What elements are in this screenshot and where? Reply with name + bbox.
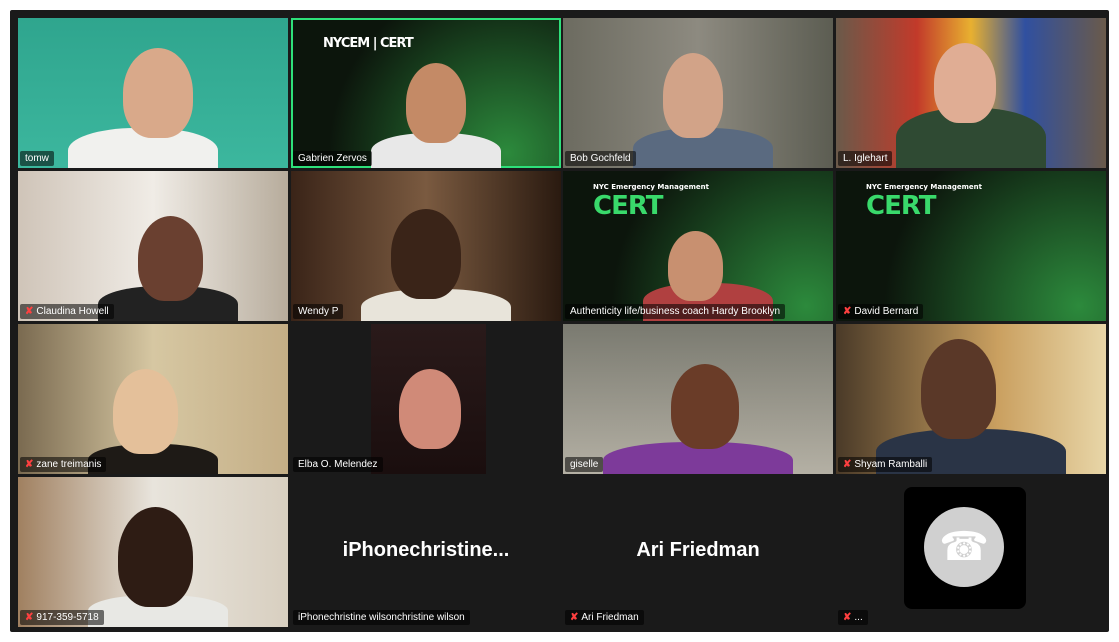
participant-name: Bob Gochfeld [565, 151, 636, 166]
participant-name: Elba O. Melendez [293, 457, 383, 472]
phone-avatar: ☎ [904, 487, 1026, 609]
cert-logo-text: CERT [866, 191, 936, 221]
video-tile[interactable]: Wendy P [291, 171, 561, 321]
video-tile[interactable]: NYC Emergency Management CERT ✘ David Bern… [836, 171, 1106, 321]
participant-video [391, 209, 461, 299]
participant-video [123, 48, 193, 138]
participant-video [921, 339, 996, 439]
video-tile[interactable]: giselle [563, 324, 833, 474]
participant-name: Authenticity life/business coach Hardy B… [565, 304, 786, 319]
participant-video [113, 369, 178, 454]
video-tile-phone[interactable]: ☎ ✘... [836, 477, 1106, 627]
video-tile-no-video[interactable]: Ari Friedman ✘ Ari Friedman [563, 477, 833, 627]
video-tile-active-speaker[interactable]: NYCEM | CERT Gabrien Zervos [291, 18, 561, 168]
participant-video [138, 216, 203, 301]
participant-name: ✘ Ari Friedman [565, 610, 644, 625]
video-tile[interactable]: ✘ Shyam Ramballi [836, 324, 1106, 474]
nyc-logo-subtitle: Emergency Management [611, 183, 709, 191]
mic-muted-icon: ✘ [843, 459, 852, 470]
video-tile[interactable]: Elba O. Melendez [291, 324, 561, 474]
nyc-cert-logo: NYC Emergency Management CERT [593, 183, 709, 221]
nyc-cert-logo: NYC Emergency Management CERT [866, 183, 982, 221]
participant-video [663, 53, 723, 138]
participant-name: giselle [565, 457, 604, 472]
mic-muted-icon: ✘ [25, 459, 34, 470]
nyc-logo-text: NYC [866, 183, 882, 191]
nyc-logo-subtitle: Emergency Management [884, 183, 982, 191]
participant-name: ✘... [838, 610, 868, 625]
participant-video [671, 364, 739, 449]
gallery-view: tomw NYCEM | CERT Gabrien Zervos Bob Goc… [10, 10, 1109, 632]
video-tile[interactable]: NYC Emergency Management CERT Authenticit… [563, 171, 833, 321]
participant-name: ✘ Shyam Ramballi [838, 457, 933, 472]
participant-video [406, 63, 466, 143]
participant-name: ✘ 917-359-5718 [20, 610, 104, 625]
mic-muted-icon: ✘ [25, 306, 34, 317]
video-tile[interactable]: ✘ 917-359-5718 [18, 477, 288, 627]
cert-logo-text: CERT [593, 191, 663, 221]
participant-name: ✘ zane treimanis [20, 457, 107, 472]
mic-muted-icon: ✘ [843, 306, 852, 317]
video-tile[interactable]: tomw [18, 18, 288, 168]
phone-icon: ☎ [924, 507, 1004, 587]
participant-video [399, 369, 461, 449]
mic-muted-icon: ✘ [843, 612, 852, 623]
participant-video [934, 43, 996, 123]
video-tile-no-video[interactable]: iPhonechristine... iPhonechristine wilso… [291, 477, 561, 627]
participant-name: ✘ Claudina Howell [20, 304, 114, 319]
video-tile[interactable]: ✘ Claudina Howell [18, 171, 288, 321]
participant-name: L. Iglehart [838, 151, 893, 166]
video-tile[interactable]: L. Iglehart [836, 18, 1106, 168]
participant-video [668, 231, 723, 301]
participant-display-name: iPhonechristine... [342, 539, 510, 561]
mic-muted-icon: ✘ [25, 612, 34, 623]
video-tile[interactable]: ✘ zane treimanis [18, 324, 288, 474]
participant-name: Gabrien Zervos [293, 151, 372, 166]
video-tile[interactable]: Bob Gochfeld [563, 18, 833, 168]
participant-display-name: Ari Friedman [636, 539, 760, 561]
participant-video [118, 507, 193, 607]
nyc-logo-text: NYC [593, 183, 609, 191]
participant-name: Wendy P [293, 304, 344, 319]
participant-name: iPhonechristine wilsonchristine wilson [293, 610, 470, 625]
mic-muted-icon: ✘ [570, 612, 579, 623]
participant-name: tomw [20, 151, 54, 166]
nycem-logo: NYCEM | CERT [323, 36, 414, 51]
participant-name: ✘ David Bernard [838, 304, 924, 319]
